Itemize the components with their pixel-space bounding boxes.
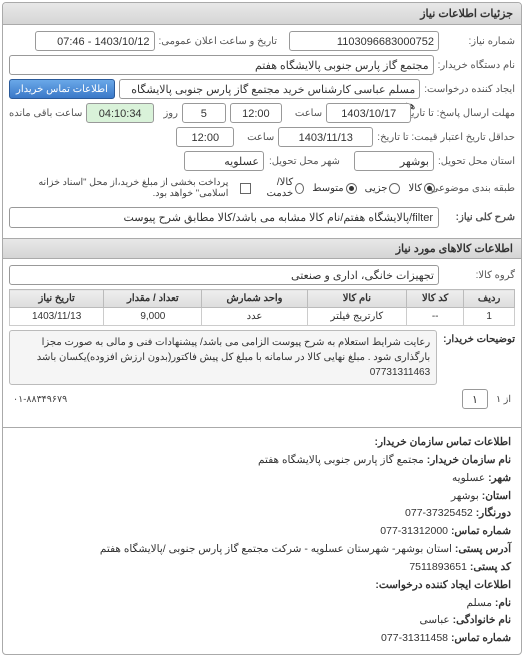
radio-pay-label: کالا/خدمت: [259, 177, 293, 199]
c-phone: 31312000-077: [380, 525, 448, 537]
c-addr-label: آدرس پستی:: [455, 543, 511, 555]
items-section-title: اطلاعات کالاهای مورد نیاز: [3, 238, 521, 259]
c-prov-label: استان:: [482, 490, 511, 502]
c-lname: عباسی: [419, 614, 449, 626]
group-label: گروه کالا:: [443, 270, 515, 281]
radio-all-label: کالا: [408, 183, 422, 194]
c-name: مسلم: [466, 597, 491, 609]
radio-mid[interactable]: متوسط: [312, 183, 356, 194]
cell-name: کارتریج فیلتر: [307, 308, 407, 326]
th-qty: تعداد / مقدار: [104, 290, 202, 308]
c-phone2: 31311458-077: [381, 632, 448, 644]
check-treasury[interactable]: [240, 183, 251, 194]
radio-mid-label: متوسط: [312, 183, 343, 194]
buyer-org-field: مجتمع گاز پارس جنوبی پالایشگاه هفتم: [9, 55, 434, 75]
hour-label-1: ساعت: [286, 108, 322, 119]
c-phone2-label: شماره تماس:: [451, 632, 511, 644]
contact-title: اطلاعات تماس سازمان خریدار:: [375, 436, 511, 448]
credit-date-field: 1403/11/13: [278, 127, 373, 147]
pub-date-label: تاریخ و ساعت اعلان عمومی:: [159, 36, 278, 47]
c-city: عسلویه: [452, 472, 485, 484]
th-name: نام کالا: [307, 290, 407, 308]
th-date: تاریخ نیاز: [10, 290, 104, 308]
day-label: روز: [158, 108, 178, 119]
deadline-label: مهلت ارسال پاسخ: تا تاریخ:: [415, 108, 515, 119]
deadline-date-field: 1403/10/17: [326, 103, 411, 123]
hour-label-2: ساعت: [238, 132, 274, 143]
table-row: 1 -- کارتریج فیلتر عدد 9,000 1403/11/13: [10, 308, 515, 326]
treasury-note: پرداخت بخشی از مبلغ خرید،از محل "اسناد خ…: [9, 175, 232, 201]
cell-qty: 9,000: [104, 308, 202, 326]
desc-box: رعایت شرایط استعلام به شرح پیوست الزامی …: [9, 330, 437, 385]
deadline-time-field: 12:00: [230, 103, 283, 123]
radio-part[interactable]: جزیی: [365, 183, 401, 194]
panel-title: جزئیات اطلاعات نیاز: [3, 3, 521, 25]
c-lname-label: نام خانوادگی:: [453, 614, 511, 626]
radio-part-label: جزیی: [365, 183, 388, 194]
cell-code: --: [407, 308, 464, 326]
sharh-label: شرح کلی نیاز:: [443, 212, 515, 223]
radio-icon: [389, 183, 400, 194]
radio-pay[interactable]: کالا/خدمت: [259, 177, 304, 199]
pub-date-field: 1403/10/12 - 07:46: [35, 31, 155, 51]
checkbox-icon: [240, 183, 251, 194]
countdown-field: 04:10:34: [86, 103, 154, 123]
credit-label: حداقل تاریخ اعتبار قیمت: تا تاریخ:: [377, 132, 515, 143]
cell-date: 1403/11/13: [10, 308, 104, 326]
radio-icon: [295, 183, 304, 194]
radio-all[interactable]: کالا: [408, 183, 435, 194]
c-org-label: نام سازمان خریدار:: [427, 454, 511, 466]
remain-days-field: 5: [182, 103, 226, 123]
pkg-label: طبقه بندی موضوعی:: [443, 183, 515, 194]
requester-label: ایجاد کننده درخواست:: [424, 84, 515, 95]
items-table: ردیف کد کالا نام کالا واحد شمارش تعداد /…: [9, 289, 515, 326]
th-code: کد کالا: [407, 290, 464, 308]
city-field: عسلویه: [184, 151, 264, 171]
c-post: 7511893651: [409, 561, 467, 573]
footer-code: ۰۱-۸۸۳۴۹۶۷۹: [9, 392, 71, 407]
c-city-label: شهر:: [488, 472, 511, 484]
c-name-label: نام:: [495, 597, 511, 609]
province-label: استان محل تحویل:: [438, 156, 515, 167]
contact-title2: اطلاعات ایجاد کننده درخواست:: [375, 579, 511, 591]
group-field: تجهیزات خانگی، اداری و صنعتی: [9, 265, 439, 285]
radio-icon: [346, 183, 357, 194]
cell-row: 1: [464, 308, 515, 326]
contact-buyer-button[interactable]: اطلاعات تماس خریدار: [9, 79, 115, 99]
c-fax: 37325452-077: [405, 507, 473, 519]
page-input[interactable]: ۱: [462, 389, 488, 409]
c-phone-label: شماره تماس:: [451, 525, 511, 537]
requester-field: مسلم عباسی کارشناس خرید مجتمع گاز پارس ج…: [119, 79, 420, 99]
cell-unit: عدد: [202, 308, 307, 326]
c-fax-label: دورنگار:: [476, 507, 511, 519]
c-addr: استان بوشهر- شهرستان عسلویه - شرکت مجتمع…: [100, 543, 452, 555]
th-row: ردیف: [464, 290, 515, 308]
buyer-org-label: نام دستگاه خریدار:: [438, 60, 515, 71]
need-no-label: شماره نیاز:: [443, 36, 515, 47]
th-unit: واحد شمارش: [202, 290, 307, 308]
page-of: از ۱: [492, 392, 515, 407]
need-no-field: 1103096683000752: [289, 31, 439, 51]
credit-time-field: 12:00: [176, 127, 234, 147]
desc-label: توضیحات خریدار:: [443, 330, 515, 385]
c-post-label: کد پستی:: [470, 561, 511, 573]
c-org: مجتمع گاز پارس جنوبی پالایشگاه هفتم: [258, 454, 424, 466]
radio-icon: [424, 183, 435, 194]
remain-label: ساعت باقی مانده: [9, 108, 82, 119]
c-prov: بوشهر: [451, 490, 479, 502]
city-label: شهر محل تحویل:: [268, 156, 340, 167]
province-field: بوشهر: [354, 151, 434, 171]
contact-block: اطلاعات تماس سازمان خریدار: نام سازمان خ…: [3, 428, 521, 654]
sharh-field: filter/پالایشگاه هفتم/نام کالا مشابه می …: [9, 207, 439, 228]
